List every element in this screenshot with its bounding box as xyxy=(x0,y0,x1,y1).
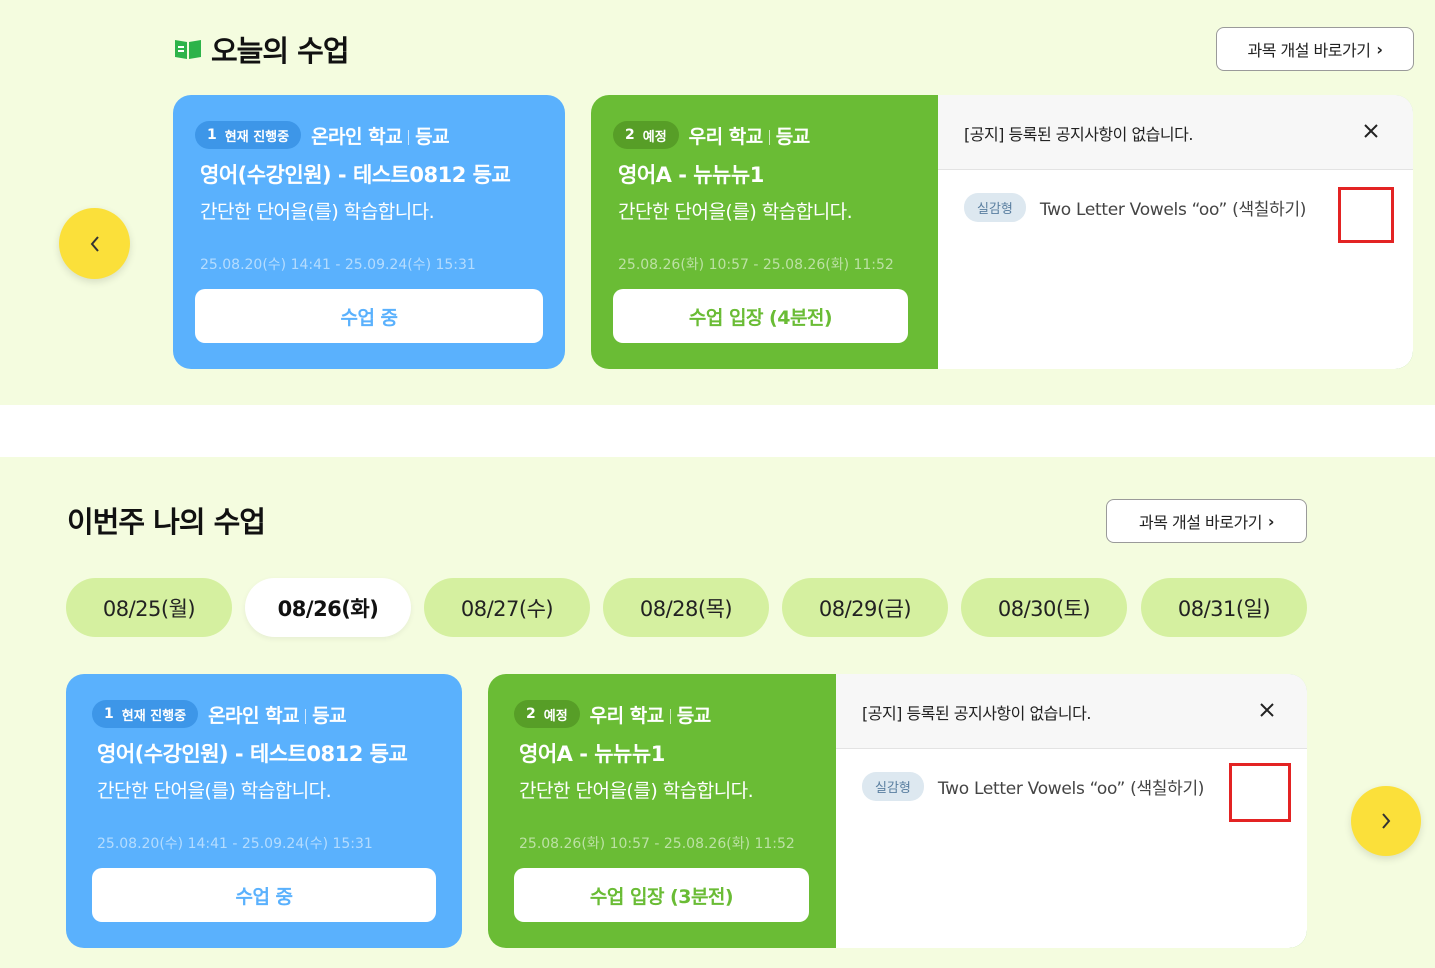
school-label: 온라인 학교 xyxy=(311,125,403,148)
content-type-tag: 실감형 xyxy=(862,772,924,801)
lesson-time: 25.08.26(화) 10:57 - 25.08.26(화) 11:52 xyxy=(519,836,795,852)
notice-item-row[interactable]: 실감형 Two Letter Vowels “oo” (색칠하기) xyxy=(964,193,1306,222)
status-label: 예정 xyxy=(543,708,568,724)
lesson-enter-button[interactable]: 수업 중 xyxy=(195,289,543,343)
attendance-kind: 등교 xyxy=(775,125,810,148)
notice-panel: [공지] 등록된 공지사항이 없습니다. 실감형 Two Letter Vowe… xyxy=(938,95,1413,369)
notice-panel: [공지] 등록된 공지사항이 없습니다. 실감형 Two Letter Vowe… xyxy=(836,674,1307,948)
status-badge: 1 현재 진행중 xyxy=(195,121,302,149)
chevron-right-icon: › xyxy=(1267,511,1275,531)
lesson-number: 1 xyxy=(104,706,114,722)
week-shortcut-button[interactable]: 과목 개설 바로가기 › xyxy=(1106,499,1307,543)
today-title: 오늘의 수업 xyxy=(211,34,349,68)
chevron-left-icon xyxy=(90,235,99,252)
lesson-description: 간단한 단어을(를) 학습합니다. xyxy=(618,201,853,223)
card-header: 1 현재 진행중 온라인 학교 등교 xyxy=(195,121,450,149)
shortcut-label: 과목 개설 바로가기 xyxy=(1247,41,1371,60)
today-shortcut-button[interactable]: 과목 개설 바로가기 › xyxy=(1216,27,1414,71)
lesson-number: 1 xyxy=(207,127,217,143)
close-icon[interactable] xyxy=(1257,700,1277,720)
day-tab-sat[interactable]: 08/30(토) xyxy=(961,578,1127,637)
card-header: 1 현재 진행중 온라인 학교 등교 xyxy=(92,700,347,728)
attendance-kind: 등교 xyxy=(415,125,450,148)
school-name: 우리 학교 등교 xyxy=(688,122,811,149)
close-icon[interactable] xyxy=(1361,121,1381,141)
lesson-number: 2 xyxy=(625,127,635,143)
status-label: 예정 xyxy=(642,129,667,145)
lesson-time: 25.08.20(수) 14:41 - 25.09.24(수) 15:31 xyxy=(200,257,476,273)
week-title: 이번주 나의 수업 xyxy=(67,505,266,539)
status-badge: 2 예정 xyxy=(514,700,580,728)
day-tab-wed[interactable]: 08/27(수) xyxy=(424,578,590,637)
lesson-number: 2 xyxy=(526,706,536,722)
lesson-enter-button[interactable]: 수업 입장 (3분전) xyxy=(514,868,809,922)
school-label: 우리 학교 xyxy=(589,704,665,727)
lesson-time: 25.08.20(수) 14:41 - 25.09.24(수) 15:31 xyxy=(97,836,373,852)
notice-item-title: Two Letter Vowels “oo” (색칠하기) xyxy=(937,779,1205,799)
attendance-kind: 등교 xyxy=(676,704,711,727)
status-label: 현재 진행중 xyxy=(224,129,290,145)
highlight-box[interactable] xyxy=(1338,187,1394,243)
school-label: 온라인 학교 xyxy=(208,704,300,727)
lesson-card[interactable]: 2 예정 우리 학교 등교 영어A - 뉴뉴뉴1 간단한 단어을(를) 학습합니다… xyxy=(488,674,1307,948)
lesson-description: 간단한 단어을(를) 학습합니다. xyxy=(97,780,332,802)
book-icon xyxy=(175,40,201,59)
chevron-right-icon: › xyxy=(1376,39,1383,59)
day-tab-sun[interactable]: 08/31(일) xyxy=(1141,578,1307,637)
lesson-title: 영어A - 뉴뉴뉴1 xyxy=(618,163,764,187)
shortcut-label: 과목 개설 바로가기 xyxy=(1138,513,1262,532)
school-name: 온라인 학교 등교 xyxy=(208,701,346,728)
notice-item-title: Two Letter Vowels “oo” (색칠하기) xyxy=(1039,200,1307,220)
status-label: 현재 진행중 xyxy=(121,708,187,724)
lesson-title: 영어(수강인원) - 테스트0812 등교 xyxy=(200,163,511,187)
lesson-enter-button[interactable]: 수업 입장 (4분전) xyxy=(613,289,908,343)
school-name: 우리 학교 등교 xyxy=(589,701,712,728)
day-tab-fri[interactable]: 08/29(금) xyxy=(782,578,948,637)
school-name: 온라인 학교 등교 xyxy=(311,122,449,149)
prev-button[interactable] xyxy=(59,208,130,279)
status-badge: 2 예정 xyxy=(613,121,679,149)
card-header: 2 예정 우리 학교 등교 xyxy=(514,700,711,728)
chevron-right-icon xyxy=(1382,813,1391,829)
lesson-title: 영어(수강인원) - 테스트0812 등교 xyxy=(97,742,408,766)
notice-text: [공지] 등록된 공지사항이 없습니다. xyxy=(964,125,1193,144)
day-tab-mon[interactable]: 08/25(월) xyxy=(66,578,232,637)
notice-header: [공지] 등록된 공지사항이 없습니다. xyxy=(836,674,1307,749)
highlight-box[interactable] xyxy=(1229,763,1291,822)
lesson-card[interactable]: 2 예정 우리 학교 등교 영어A - 뉴뉴뉴1 간단한 단어을(를) 학습합니다… xyxy=(591,95,1413,369)
content-type-tag: 실감형 xyxy=(964,193,1026,222)
card-header: 2 예정 우리 학교 등교 xyxy=(613,121,810,149)
notice-header: [공지] 등록된 공지사항이 없습니다. xyxy=(938,95,1413,170)
school-label: 우리 학교 xyxy=(688,125,764,148)
lesson-card[interactable]: 1 현재 진행중 온라인 학교 등교 영어(수강인원) - 테스트0812 등교 … xyxy=(173,95,565,369)
lesson-enter-button[interactable]: 수업 중 xyxy=(92,868,436,922)
day-tab-thu[interactable]: 08/28(목) xyxy=(603,578,769,637)
notice-text: [공지] 등록된 공지사항이 없습니다. xyxy=(862,704,1091,723)
day-tab-tue[interactable]: 08/26(화) xyxy=(245,578,411,637)
lesson-description: 간단한 단어을(를) 학습합니다. xyxy=(519,780,754,802)
notice-item-row[interactable]: 실감형 Two Letter Vowels “oo” (색칠하기) xyxy=(862,772,1204,801)
lesson-title: 영어A - 뉴뉴뉴1 xyxy=(519,742,665,766)
status-badge: 1 현재 진행중 xyxy=(92,700,199,728)
lesson-time: 25.08.26(화) 10:57 - 25.08.26(화) 11:52 xyxy=(618,257,894,273)
lesson-card[interactable]: 1 현재 진행중 온라인 학교 등교 영어(수강인원) - 테스트0812 등교 … xyxy=(66,674,462,948)
lesson-description: 간단한 단어을(를) 학습합니다. xyxy=(200,201,435,223)
next-button[interactable] xyxy=(1351,786,1421,856)
attendance-kind: 등교 xyxy=(312,704,347,727)
